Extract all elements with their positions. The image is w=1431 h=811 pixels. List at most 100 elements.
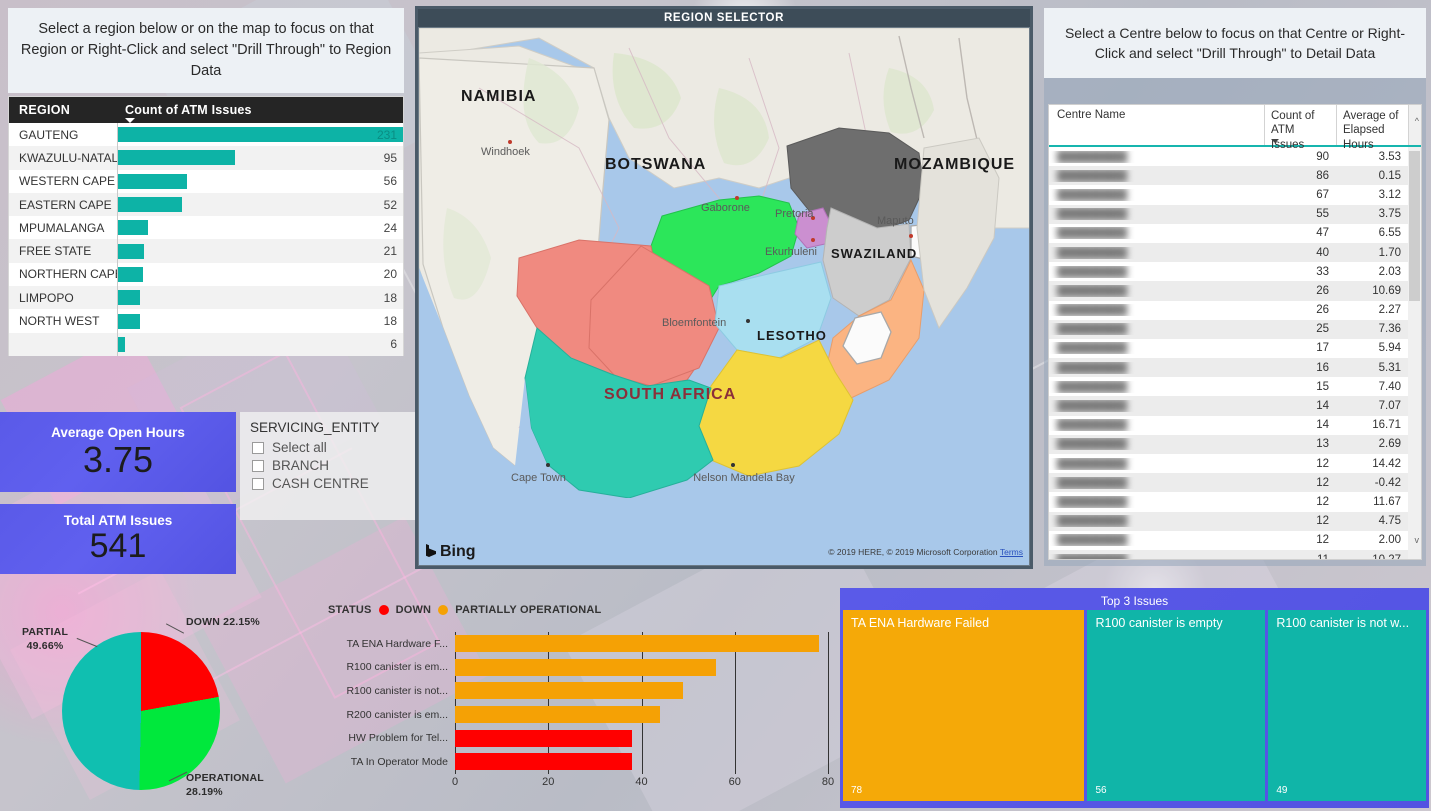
table-row[interactable]: EASTERN CAPE 52 — [9, 192, 403, 217]
region-name-cell: EASTERN CAPE — [19, 197, 112, 212]
table-row[interactable]: WESTERN CAPE 56 — [9, 169, 403, 193]
issue-bar[interactable] — [455, 706, 661, 724]
table-row[interactable]: GAUTENG 231 — [9, 123, 403, 147]
pie-graphic[interactable] — [62, 632, 220, 790]
table-row[interactable]: █████████ 12 14.42 — [1049, 454, 1421, 474]
scrollbar-thumb[interactable] — [1409, 151, 1420, 301]
treemap-tile[interactable]: R100 canister is empty 56 — [1087, 610, 1266, 801]
chevron-up-icon[interactable]: ^ — [1415, 117, 1419, 126]
table-row[interactable]: NORTHERN CAPE 20 — [9, 262, 403, 287]
treemap-tile[interactable]: TA ENA Hardware Failed 78 — [843, 610, 1085, 801]
table-row[interactable]: █████████ 33 2.03 — [1049, 262, 1421, 282]
top-issues-treemap[interactable]: Top 3 Issues TA ENA Hardware Failed 78 R10… — [840, 588, 1429, 808]
map-canvas[interactable]: NAMIBIA BOTSWANA MOZAMBIQUE SOUTH AFRICA… — [418, 27, 1030, 566]
table-row[interactable]: █████████ 47 6.55 — [1049, 223, 1421, 243]
centre-count-cell: 13 — [1316, 438, 1329, 451]
table-row[interactable]: █████████ 67 3.12 — [1049, 185, 1421, 205]
slicer-item-cash-centre[interactable]: CASH CENTRE — [252, 476, 405, 491]
centre-avg-cell: 10.27 — [1372, 553, 1401, 560]
kpi-card-total-atm-issues[interactable]: Total ATM Issues 541 — [0, 504, 236, 574]
centre-table[interactable]: Centre Name Count of ATM Issues Average … — [1048, 104, 1422, 560]
region-value-cell: 56 — [383, 174, 397, 189]
issues-x-axis: 0 20 40 60 80 — [451, 776, 834, 794]
table-row[interactable]: █████████ 40 1.70 — [1049, 242, 1421, 263]
legend-dot-partially-operational — [438, 605, 449, 615]
bing-logo[interactable]: Bing — [425, 543, 476, 561]
issue-bar[interactable] — [455, 658, 717, 676]
slicer-item-select-all[interactable]: Select all — [252, 440, 405, 455]
table-row[interactable]: █████████ 26 2.27 — [1049, 300, 1421, 320]
checkbox[interactable] — [252, 477, 264, 490]
region-table[interactable]: REGION Count of ATM Issues GAUTENG 231 KWA… — [8, 96, 404, 356]
treemap-tile-label: TA ENA Hardware Failed — [851, 616, 990, 630]
table-row[interactable]: █████████ 26 10.69 — [1049, 281, 1421, 301]
region-bar — [118, 290, 141, 306]
count-column-header[interactable]: Count of ATM Issues — [117, 103, 403, 123]
slicer-item-branch[interactable]: BRANCH — [252, 458, 405, 473]
table-row[interactable]: █████████ 25 7.36 — [1049, 319, 1421, 339]
legend-label-partially-operational[interactable]: PARTIALLY OPERATIONAL — [455, 604, 601, 616]
slicer-item-label: CASH CENTRE — [272, 476, 369, 491]
region-column-header[interactable]: REGION — [9, 103, 117, 117]
issue-bar-row[interactable]: HW Problem for Tel... — [328, 726, 828, 750]
region-bar — [118, 197, 183, 213]
centre-avg-cell: 3.12 — [1378, 188, 1401, 201]
checkbox[interactable] — [252, 441, 264, 454]
centre-count-cell: 26 — [1316, 284, 1329, 297]
treemap-tile[interactable]: R100 canister is not w... 49 — [1268, 610, 1426, 801]
bing-logo-text: Bing — [440, 543, 476, 560]
kpi-card-average-open-hours[interactable]: Average Open Hours 3.75 — [0, 412, 236, 492]
table-row[interactable]: █████████ 14 7.07 — [1049, 396, 1421, 416]
centre-count-column-header[interactable]: Count of ATM Issues — [1264, 105, 1336, 151]
chevron-down-icon[interactable]: v — [1415, 536, 1420, 545]
issue-bar[interactable] — [455, 729, 633, 747]
issue-bar[interactable] — [455, 635, 819, 653]
issue-bar[interactable] — [455, 753, 633, 771]
table-row[interactable]: █████████ 14 16.71 — [1049, 415, 1421, 435]
issue-bar-row[interactable]: TA ENA Hardware F... — [328, 632, 828, 656]
issue-bar-row[interactable]: R200 canister is em... — [328, 703, 828, 727]
legend-label-down[interactable]: DOWN — [396, 604, 432, 616]
table-row[interactable]: █████████ 12 2.00 — [1049, 530, 1421, 550]
issue-bar-row[interactable]: TA In Operator Mode — [328, 750, 828, 774]
issue-bar-label: TA In Operator Mode — [350, 755, 448, 768]
centre-avg-cell: 10.69 — [1372, 284, 1401, 297]
table-row[interactable]: █████████ 12 -0.42 — [1049, 473, 1421, 493]
table-row[interactable]: 6 — [9, 332, 403, 356]
centre-table-scrollbar[interactable]: v — [1408, 147, 1421, 559]
centre-name-cell: █████████ — [1057, 419, 1128, 432]
table-row[interactable]: █████████ 55 3.75 — [1049, 204, 1421, 224]
centre-count-column-label: Count of ATM Issues — [1271, 110, 1315, 151]
map-dot-gaborone — [735, 196, 739, 200]
region-bar — [118, 266, 143, 282]
table-row[interactable]: █████████ 12 11.67 — [1049, 492, 1421, 512]
centre-avg-column-header[interactable]: Average of Elapsed Hours — [1336, 105, 1408, 151]
table-row[interactable]: █████████ 12 4.75 — [1049, 511, 1421, 531]
axis-tick-label: 0 — [451, 776, 459, 788]
table-row[interactable]: █████████ 17 5.94 — [1049, 338, 1421, 359]
table-row[interactable]: █████████ 13 2.69 — [1049, 434, 1421, 454]
table-row[interactable]: FREE STATE 21 — [9, 239, 403, 263]
table-row[interactable]: KWAZULU-NATAL 95 — [9, 146, 403, 170]
table-row[interactable]: █████████ 11 10.27 — [1049, 549, 1421, 560]
centre-name-cell: █████████ — [1057, 323, 1128, 336]
table-row[interactable]: LIMPOPO 18 — [9, 286, 403, 310]
centre-name-cell: █████████ — [1057, 265, 1128, 278]
table-row[interactable]: █████████ 15 7.40 — [1049, 377, 1421, 397]
table-row[interactable]: █████████ 16 5.31 — [1049, 358, 1421, 378]
centre-name-column-header[interactable]: Centre Name — [1049, 105, 1264, 145]
issue-bar-row[interactable]: R100 canister is em... — [328, 656, 828, 680]
pie-label-down: DOWN 22.15% — [186, 616, 260, 628]
status-pie-chart[interactable]: DOWN 22.15% PARTIAL 49.66% OPERATIONAL 2… — [0, 596, 320, 811]
region-selector-map[interactable]: REGION SELECTOR NAMIBIA BOTSWANA MOZAMBI… — [415, 6, 1033, 569]
servicing-entity-slicer[interactable]: SERVICING_ENTITY Select all BRANCH CASH CE… — [240, 412, 415, 520]
table-row[interactable]: MPUMALANGA 24 — [9, 216, 403, 240]
issues-bar-chart[interactable]: STATUS DOWN PARTIALLY OPERATIONAL TA ENA… — [310, 596, 840, 811]
checkbox[interactable] — [252, 459, 264, 472]
table-row[interactable]: NORTH WEST 18 — [9, 309, 403, 333]
issue-bar-row[interactable]: R100 canister is not... — [328, 679, 828, 703]
centre-count-cell: 17 — [1316, 342, 1329, 355]
map-terms-link[interactable]: Terms — [1000, 547, 1023, 557]
table-row[interactable]: █████████ 86 0.15 — [1049, 166, 1421, 186]
issue-bar[interactable] — [455, 682, 684, 700]
